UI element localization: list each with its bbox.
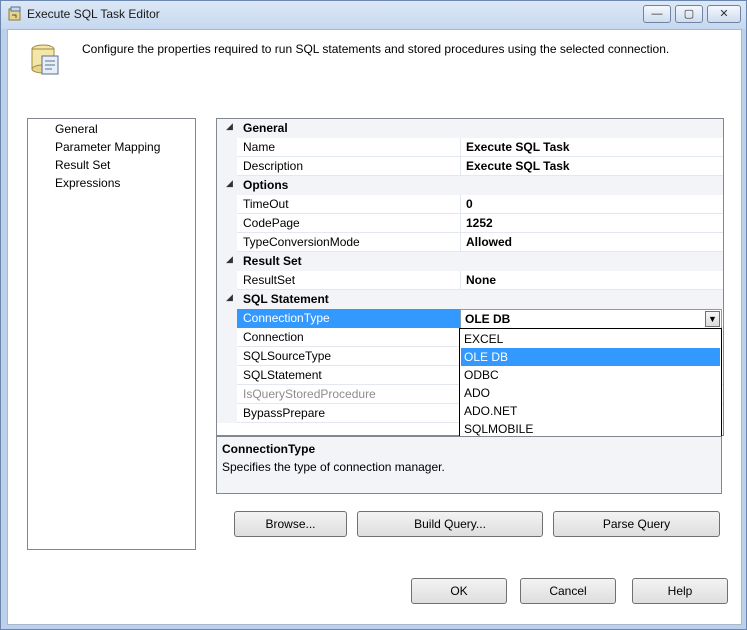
connection-type-dropdown-list: EXCEL OLE DB ODBC ADO ADO.NET SQLMOBILE bbox=[459, 328, 722, 445]
property-row-timeout[interactable]: TimeOut 0 bbox=[217, 195, 723, 214]
description-text: Specifies the type of connection manager… bbox=[222, 460, 445, 474]
property-label: SQLStatement bbox=[243, 368, 322, 382]
category-label: General bbox=[243, 121, 288, 135]
help-button[interactable]: Help bbox=[632, 578, 728, 604]
collapse-arrow-icon[interactable]: ◢ bbox=[226, 292, 233, 303]
property-value[interactable]: 1252 bbox=[466, 216, 493, 230]
property-value[interactable]: Execute SQL Task bbox=[466, 159, 570, 173]
package-icon bbox=[8, 6, 21, 21]
nav-item-expressions[interactable]: Expressions bbox=[53, 176, 122, 190]
browse-button[interactable]: Browse... bbox=[234, 511, 347, 537]
minimize-button[interactable]: — bbox=[643, 5, 671, 23]
property-label: Connection bbox=[243, 330, 304, 344]
sql-task-icon bbox=[31, 44, 59, 75]
property-label: CodePage bbox=[243, 216, 300, 230]
ok-button[interactable]: OK bbox=[411, 578, 507, 604]
category-result-set[interactable]: ◢ Result Set bbox=[217, 252, 723, 271]
property-label: TypeConversionMode bbox=[243, 235, 360, 249]
property-value[interactable]: Execute SQL Task bbox=[466, 140, 570, 154]
maximize-button[interactable]: ▢ bbox=[675, 5, 703, 23]
property-label: BypassPrepare bbox=[243, 406, 326, 420]
dialog-window: Execute SQL Task Editor — ▢ ✕ Configure … bbox=[0, 0, 747, 630]
property-value[interactable]: 0 bbox=[466, 197, 473, 211]
collapse-arrow-icon[interactable]: ◢ bbox=[226, 178, 233, 189]
close-button[interactable]: ✕ bbox=[707, 5, 741, 23]
property-row-description[interactable]: Description Execute SQL Task bbox=[217, 157, 723, 176]
property-value[interactable]: None bbox=[466, 273, 496, 287]
property-row-codepage[interactable]: CodePage 1252 bbox=[217, 214, 723, 233]
property-row-typeconversionmode[interactable]: TypeConversionMode Allowed bbox=[217, 233, 723, 252]
property-label: IsQueryStoredProcedure bbox=[243, 387, 376, 401]
property-label: ConnectionType bbox=[243, 311, 330, 325]
option-ado[interactable]: ADO bbox=[461, 384, 720, 402]
category-label: Options bbox=[243, 178, 289, 192]
connection-type-select[interactable]: OLE DB ▼ bbox=[460, 309, 722, 329]
option-excel[interactable]: EXCEL bbox=[461, 330, 720, 348]
title-bar[interactable]: Execute SQL Task Editor — ▢ ✕ bbox=[1, 1, 746, 29]
property-row-name[interactable]: Name Execute SQL Task bbox=[217, 138, 723, 157]
collapse-arrow-icon[interactable]: ◢ bbox=[226, 254, 233, 265]
window-title: Execute SQL Task Editor bbox=[27, 7, 160, 21]
property-label: Name bbox=[243, 140, 276, 154]
category-label: SQL Statement bbox=[243, 292, 329, 306]
category-sql-statement[interactable]: ◢ SQL Statement bbox=[217, 290, 723, 309]
property-value[interactable]: Allowed bbox=[466, 235, 512, 249]
property-label: Description bbox=[243, 159, 304, 173]
nav-item-result-set[interactable]: Result Set bbox=[53, 158, 112, 172]
property-label: ResultSet bbox=[243, 273, 296, 287]
category-label: Result Set bbox=[243, 254, 302, 268]
option-ado-net[interactable]: ADO.NET bbox=[461, 402, 720, 420]
category-general[interactable]: ◢ General bbox=[217, 119, 723, 138]
nav-item-parameter-mapping[interactable]: Parameter Mapping bbox=[53, 140, 162, 154]
dialog-client-area: Configure the properties required to run… bbox=[7, 29, 742, 625]
parse-query-button[interactable]: Parse Query bbox=[553, 511, 720, 537]
page-navigation: General Parameter Mapping Result Set Exp… bbox=[27, 118, 196, 550]
chevron-down-icon[interactable]: ▼ bbox=[705, 311, 720, 327]
nav-item-general[interactable]: General bbox=[53, 122, 100, 136]
property-label: SQLSourceType bbox=[243, 349, 332, 363]
description-title: ConnectionType bbox=[222, 442, 316, 456]
property-label: TimeOut bbox=[243, 197, 289, 211]
collapse-arrow-icon[interactable]: ◢ bbox=[226, 121, 233, 132]
property-row-resultset[interactable]: ResultSet None bbox=[217, 271, 723, 290]
property-description-panel: ConnectionType Specifies the type of con… bbox=[216, 436, 722, 494]
category-options[interactable]: ◢ Options bbox=[217, 176, 723, 195]
cancel-button[interactable]: Cancel bbox=[520, 578, 616, 604]
header-description: Configure the properties required to run… bbox=[82, 42, 670, 56]
selected-value: OLE DB bbox=[465, 312, 511, 326]
build-query-button[interactable]: Build Query... bbox=[357, 511, 543, 537]
option-ole-db[interactable]: OLE DB bbox=[461, 348, 720, 366]
option-odbc[interactable]: ODBC bbox=[461, 366, 720, 384]
